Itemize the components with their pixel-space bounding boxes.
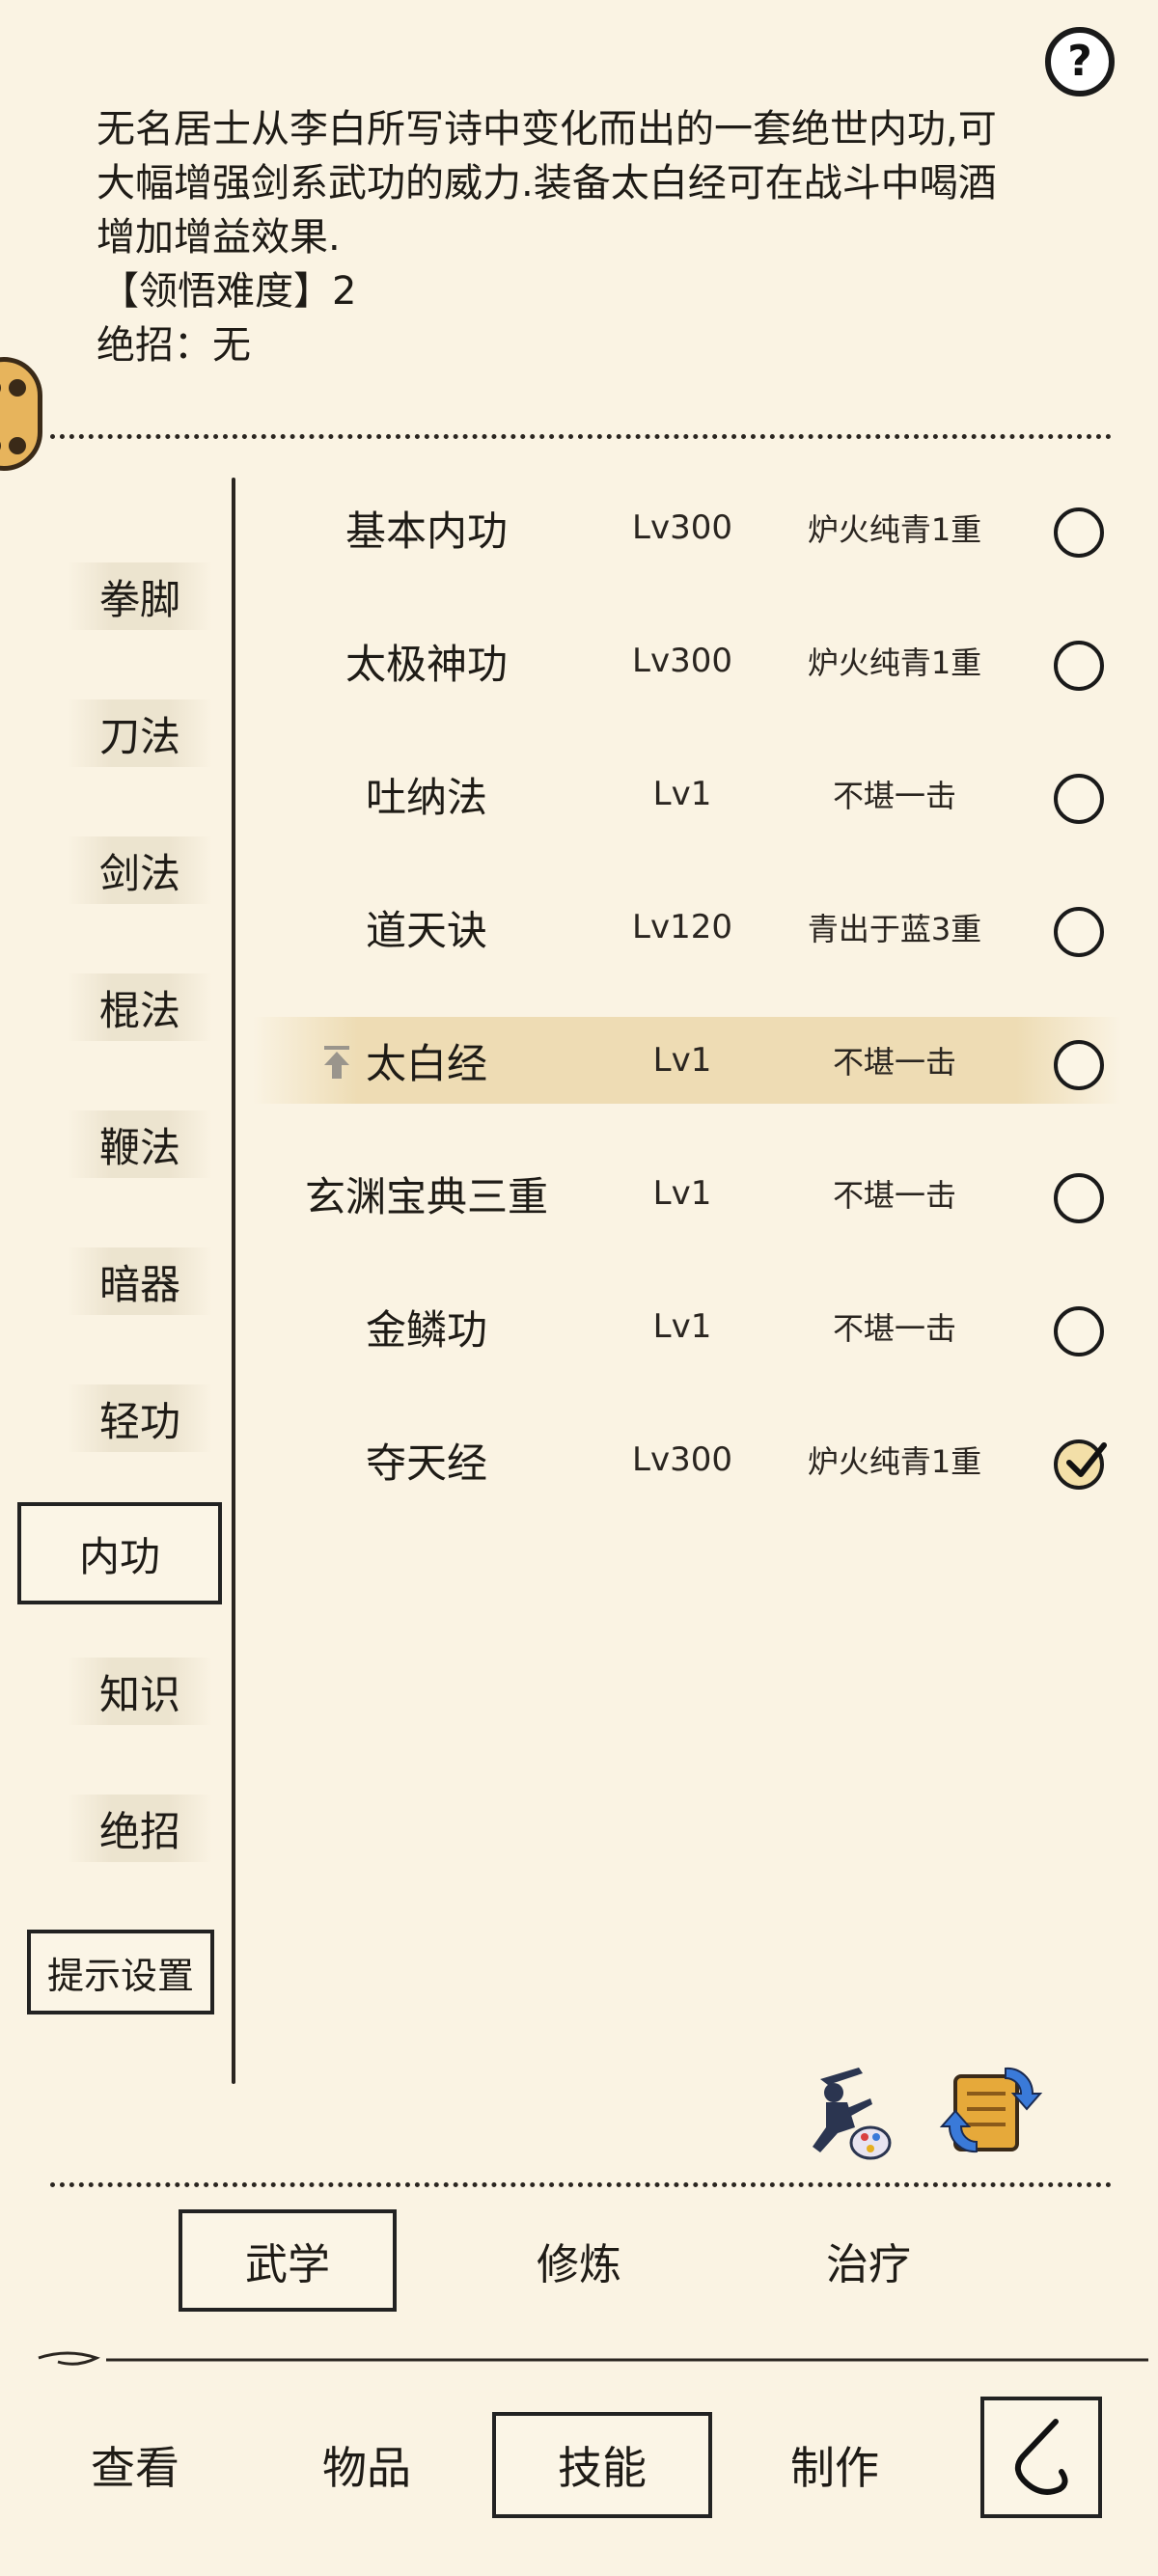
category-gunfa[interactable]: 棍法 [68,973,212,1041]
skill-rank: 不堪一击 [832,1044,956,1081]
skill-rank: 不堪一击 [832,1310,956,1347]
skill-level: Lv300 [632,642,732,680]
swap-scroll-button[interactable] [938,2055,1044,2161]
skill-name: 玄渊宝典三重 [304,1172,548,1220]
floating-dice-button[interactable] [0,357,42,471]
category-jianfa[interactable]: 剑法 [68,836,212,904]
category-bianfa[interactable]: 鞭法 [68,1110,212,1178]
skill-name: 夺天经 [365,1439,487,1487]
skill-row[interactable]: 金鳞功 Lv1 不堪一击 [253,1283,1121,1370]
equip-radio[interactable] [1054,907,1104,957]
skill-rank: 青出于蓝3重 [807,911,982,947]
equip-radio-checked[interactable] [1054,1439,1107,1490]
help-button[interactable]: ? [1045,27,1115,96]
skill-level: Lv1 [652,1174,712,1213]
skill-row[interactable]: 道天诀 Lv120 青出于蓝3重 [253,884,1121,971]
hint-settings-button[interactable]: 提示设置 [27,1930,214,2014]
skill-rank: 不堪一击 [832,778,956,814]
ultimate-label: 绝招：无 [96,323,251,368]
subtab-xiulian[interactable]: 修炼 [473,2209,685,2312]
skill-row[interactable]: 吐纳法 Lv1 不堪一击 [253,751,1121,837]
skill-name: 金鳞功 [365,1305,487,1354]
skill-name: 太白经 [365,1039,487,1087]
skill-row[interactable]: 夺天经 Lv300 炉火纯青1重 [253,1416,1121,1503]
equip-radio[interactable] [1054,1040,1104,1090]
skill-name: 道天诀 [365,906,487,954]
skill-rank: 不堪一击 [832,1177,956,1214]
description-line: 增加增益效果. [96,215,341,260]
category-zhishi[interactable]: 知识 [68,1658,212,1725]
category-juezhao[interactable]: 绝招 [68,1795,212,1862]
skill-name: 基本内功 [345,507,508,555]
swordsman-palette-icon [813,2068,892,2160]
skill-level: Lv120 [632,908,732,946]
description-line: 大幅增强剑系武功的威力.装备太白经可在战斗中喝酒 [96,161,997,206]
equip-radio[interactable] [1054,507,1104,558]
skill-level: Lv1 [652,1041,712,1080]
nav-craft[interactable]: 制作 [738,2412,931,2518]
skill-rank: 炉火纯青1重 [807,1443,982,1480]
description-line: 无名居士从李白所写诗中变化而出的一套绝世内功,可 [96,107,997,151]
skill-level: Lv300 [632,508,732,547]
category-anqi[interactable]: 暗器 [68,1247,212,1315]
checkmark-icon [1066,1442,1107,1477]
skill-level: Lv300 [632,1440,732,1479]
skill-row-selected[interactable]: 太白经 Lv1 不堪一击 [253,1017,1121,1104]
brush-stroke-divider [38,2351,1148,2366]
sidebar-divider [232,478,235,2084]
equip-radio[interactable] [1054,774,1104,824]
category-qinggong[interactable]: 轻功 [68,1384,212,1452]
skill-name: 太极神功 [345,640,508,688]
question-icon: ? [1067,37,1092,86]
category-neigong[interactable]: 内功 [17,1502,222,1604]
martial-arts-button[interactable] [791,2060,897,2166]
equip-radio[interactable] [1054,1306,1104,1357]
difficulty-label: 【领悟难度】2 [100,269,357,314]
nav-view[interactable]: 查看 [39,2412,232,2518]
skill-description: 无名居士从李白所写诗中变化而出的一套绝世内功,可 大幅增强剑系武功的威力.装备太… [96,102,1052,372]
subtab-wuxue[interactable]: 武学 [179,2209,397,2312]
equip-radio[interactable] [1054,1173,1104,1223]
skill-row[interactable]: 太极神功 Lv300 炉火纯青1重 [253,617,1121,704]
scroll-swap-icon [939,2067,1043,2153]
nav-skills[interactable]: 技能 [492,2412,712,2518]
skill-level: Lv1 [652,1307,712,1346]
back-button[interactable] [980,2397,1102,2518]
bottom-separator [50,2182,1112,2187]
equip-radio[interactable] [1054,641,1104,691]
skill-level: Lv1 [652,775,712,813]
category-daofa[interactable]: 刀法 [68,699,212,767]
top-separator [50,434,1112,439]
skill-row[interactable]: 玄渊宝典三重 Lv1 不堪一击 [253,1150,1121,1237]
subtab-zhiliao[interactable]: 治疗 [762,2209,975,2312]
skill-rank: 炉火纯青1重 [807,644,982,681]
back-arrow-icon [1014,2419,1068,2495]
skill-row[interactable]: 基本内功 Lv300 炉火纯青1重 [253,484,1121,571]
category-quanjiao[interactable]: 拳脚 [68,562,212,630]
skill-rank: 炉火纯青1重 [807,511,982,548]
skill-name: 吐纳法 [365,773,487,821]
nav-items[interactable]: 物品 [270,2412,463,2518]
